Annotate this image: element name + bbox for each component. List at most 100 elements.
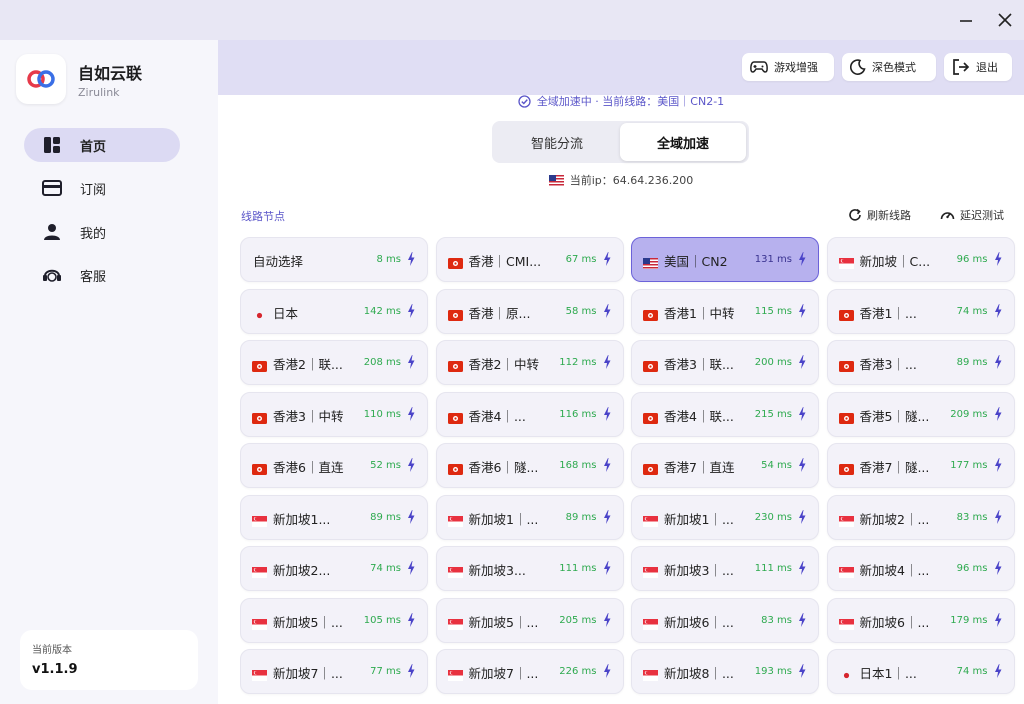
mode-global-button[interactable]: 全域加速 xyxy=(620,123,746,161)
node-card[interactable]: 香港1｜中转 115 ms xyxy=(631,288,819,334)
node-name: 新加坡3｜... xyxy=(664,563,734,578)
game-boost-button[interactable]: 游戏增强 xyxy=(742,53,834,81)
bolt-icon[interactable] xyxy=(993,303,1003,319)
node-card[interactable]: 日本 142 ms xyxy=(240,288,428,334)
node-card[interactable]: 新加坡4｜... 96 ms xyxy=(826,546,1015,591)
node-card[interactable]: 香港4｜联... 215 ms xyxy=(631,391,819,437)
bolt-icon[interactable] xyxy=(602,251,612,267)
sidebar-item-home[interactable]: 首页 xyxy=(24,128,180,162)
bolt-icon[interactable] xyxy=(406,251,416,267)
bolt-icon[interactable] xyxy=(602,406,612,422)
bolt-icon[interactable] xyxy=(406,612,416,628)
bolt-icon[interactable] xyxy=(602,303,612,319)
node-card[interactable]: 香港3｜联... 200 ms xyxy=(631,340,819,385)
node-latency: 83 ms xyxy=(761,614,792,626)
node-card[interactable]: 香港3｜中转 110 ms xyxy=(240,391,428,437)
node-card[interactable]: 新加坡1｜... 89 ms xyxy=(435,494,624,540)
bolt-icon[interactable] xyxy=(993,251,1003,267)
node-latency: 177 ms xyxy=(950,460,988,471)
hk-flag-icon xyxy=(447,409,463,424)
bolt-icon[interactable] xyxy=(406,354,416,370)
node-card[interactable]: 日本1｜... 74 ms xyxy=(826,649,1015,694)
bolt-icon[interactable] xyxy=(797,303,807,319)
sidebar-item-support[interactable]: 客服 xyxy=(24,258,180,292)
bolt-icon[interactable] xyxy=(406,509,416,525)
node-card[interactable]: 新加坡｜C... 96 ms xyxy=(826,237,1015,282)
node-card[interactable]: 新加坡1... 89 ms xyxy=(240,494,428,540)
bolt-icon[interactable] xyxy=(993,663,1003,679)
sidebar: 自如云联 Zirulink 首页 订阅 我的 客服 当前版本 v1.1.9 xyxy=(0,40,218,704)
node-card[interactable]: 新加坡5｜... 105 ms xyxy=(240,597,428,643)
node-card[interactable]: 新加坡7｜... 226 ms xyxy=(435,649,624,694)
bolt-icon[interactable] xyxy=(797,560,807,576)
minimize-icon xyxy=(960,20,972,22)
bolt-icon[interactable] xyxy=(993,354,1003,370)
node-card[interactable]: 香港6｜直连 52 ms xyxy=(240,443,428,488)
refresh-nodes-button[interactable]: 刷新线路 xyxy=(848,207,911,223)
node-card[interactable]: 新加坡6｜... 179 ms xyxy=(826,597,1015,643)
node-card[interactable]: 新加坡1｜... 230 ms xyxy=(631,494,819,540)
bolt-icon[interactable] xyxy=(797,251,807,267)
node-card[interactable]: 香港3｜... 89 ms xyxy=(826,340,1015,385)
bolt-icon[interactable] xyxy=(406,663,416,679)
sidebar-item-label: 订阅 xyxy=(80,182,107,198)
latency-test-button[interactable]: 延迟测试 xyxy=(940,207,1004,223)
bolt-icon[interactable] xyxy=(406,457,416,473)
node-card[interactable]: 新加坡8｜... 193 ms xyxy=(631,649,819,694)
refresh-label: 刷新线路 xyxy=(867,209,911,222)
node-latency: 74 ms xyxy=(956,305,988,317)
node-name: 香港5｜隧... xyxy=(859,408,930,424)
bolt-icon[interactable] xyxy=(406,406,416,422)
bolt-icon[interactable] xyxy=(993,406,1003,422)
dark-mode-button[interactable]: 深色模式 xyxy=(842,53,936,81)
node-card[interactable]: 新加坡2... 74 ms xyxy=(240,546,428,591)
node-card[interactable]: 香港6｜隧... 168 ms xyxy=(435,443,624,488)
node-card[interactable]: 新加坡7｜... 77 ms xyxy=(240,649,428,694)
bolt-icon[interactable] xyxy=(406,560,416,576)
node-card[interactable]: 自动选择 8 ms xyxy=(240,237,428,282)
node-name: 新加坡1｜... xyxy=(664,511,734,527)
node-latency: 89 ms xyxy=(370,511,401,523)
bolt-icon[interactable] xyxy=(993,457,1003,473)
bolt-icon[interactable] xyxy=(406,303,416,319)
node-card[interactable]: 香港1｜... 74 ms xyxy=(826,288,1015,334)
node-card[interactable]: 香港5｜隧... 209 ms xyxy=(826,391,1015,437)
bolt-icon[interactable] xyxy=(797,509,807,525)
sg-flag-icon xyxy=(643,615,658,630)
bolt-icon[interactable] xyxy=(602,509,612,525)
bolt-icon[interactable] xyxy=(602,457,612,473)
sidebar-item-profile[interactable]: 我的 xyxy=(24,215,180,249)
bolt-icon[interactable] xyxy=(797,406,807,422)
node-card[interactable]: 香港2｜联... 208 ms xyxy=(240,340,428,385)
bolt-icon[interactable] xyxy=(797,457,807,473)
node-card[interactable]: 新加坡6｜... 83 ms xyxy=(631,597,819,643)
bolt-icon[interactable] xyxy=(993,509,1003,525)
sidebar-item-subscription[interactable]: 订阅 xyxy=(24,171,180,205)
node-card[interactable]: 美国｜CN2 131 ms xyxy=(631,237,819,282)
logout-button[interactable]: 退出 xyxy=(944,53,1012,81)
node-card[interactable]: 香港7｜隧... 177 ms xyxy=(826,443,1015,488)
node-card[interactable]: 香港4｜... 116 ms xyxy=(435,391,624,437)
bolt-icon[interactable] xyxy=(602,612,612,628)
bolt-icon[interactable] xyxy=(993,612,1003,628)
bolt-icon[interactable] xyxy=(602,560,612,576)
mode-smart-button[interactable]: 智能分流 xyxy=(494,123,620,161)
bolt-icon[interactable] xyxy=(797,663,807,679)
node-card[interactable]: 新加坡3... 111 ms xyxy=(435,546,624,591)
node-card[interactable]: 香港2｜中转 112 ms xyxy=(435,340,624,385)
node-card[interactable]: 香港｜原... 58 ms xyxy=(435,288,624,334)
close-button[interactable] xyxy=(989,6,1021,34)
bolt-icon[interactable] xyxy=(602,354,612,370)
node-card[interactable]: 新加坡5｜... 205 ms xyxy=(435,597,624,643)
node-card[interactable]: 新加坡2｜... 83 ms xyxy=(826,494,1015,540)
hk-flag-icon xyxy=(838,409,854,424)
bolt-icon[interactable] xyxy=(797,612,807,628)
node-card[interactable]: 香港｜CMI... 67 ms xyxy=(435,237,624,282)
bolt-icon[interactable] xyxy=(993,560,1003,576)
bolt-icon[interactable] xyxy=(797,354,807,370)
node-card[interactable]: 新加坡3｜... 111 ms xyxy=(631,546,819,591)
node-name: 新加坡3... xyxy=(468,563,526,578)
bolt-icon[interactable] xyxy=(602,663,612,679)
minimize-button[interactable] xyxy=(950,6,982,34)
node-card[interactable]: 香港7｜直连 54 ms xyxy=(631,443,819,488)
